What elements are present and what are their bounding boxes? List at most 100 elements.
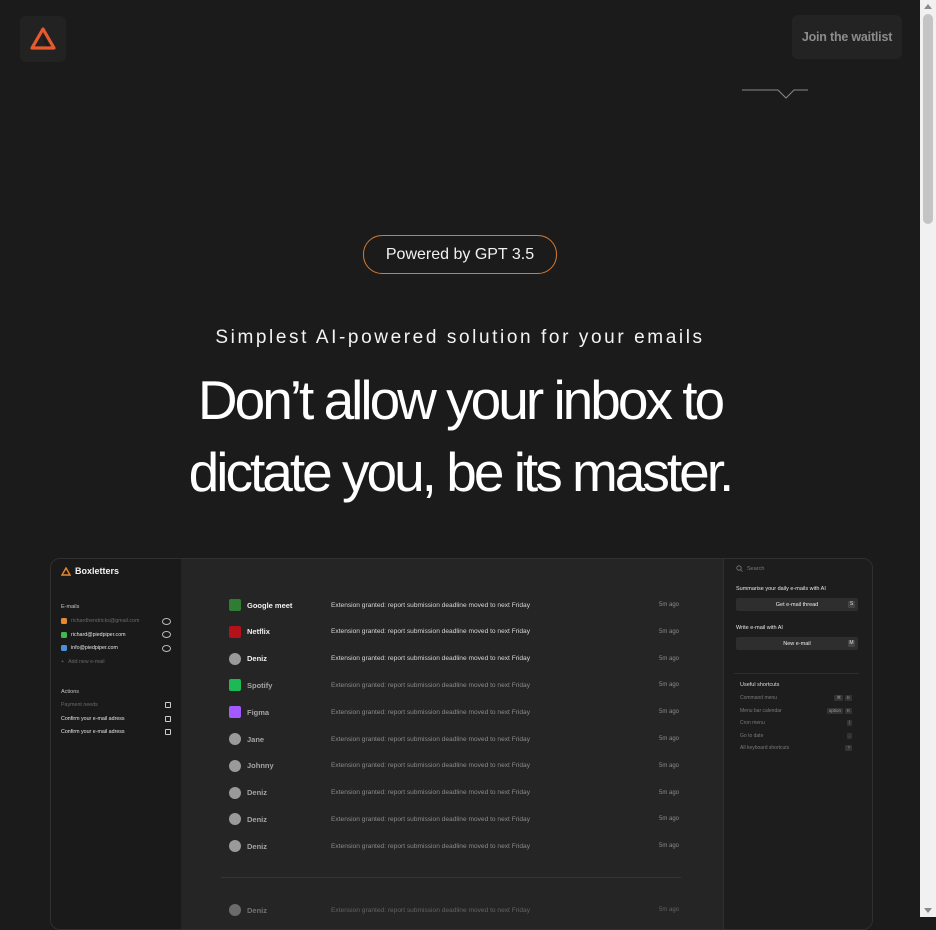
- search-icon: [736, 565, 743, 572]
- avatar-icon: [229, 786, 241, 799]
- google-meet-icon: [229, 599, 241, 611]
- email-time: 5m ago: [658, 628, 679, 635]
- write-title: Write e-mail with AI: [736, 625, 783, 631]
- email-row[interactable]: Deniz Extension granted: report submissio…: [229, 838, 679, 854]
- netflix-icon: [229, 625, 241, 638]
- scroll-up-arrow[interactable]: [924, 4, 932, 9]
- add-email-label: Add new e-mail: [68, 659, 105, 665]
- app-brand: Boxletters: [61, 566, 119, 576]
- email-subject: Extension granted: report submission dea…: [331, 762, 531, 770]
- email-sender: Google meet: [247, 600, 293, 610]
- join-waitlist-button[interactable]: Join the waitlist: [792, 15, 902, 59]
- sidebar-action-item[interactable]: Confirm your e-mail adress: [61, 727, 171, 737]
- summarise-title: Summarise your daily e-mails with AI: [736, 586, 826, 592]
- checkbox-icon[interactable]: [165, 702, 171, 708]
- email-sender: Deniz: [247, 654, 268, 664]
- sidebar-email-item[interactable]: info@piedpiper.com: [61, 643, 171, 653]
- new-email-label: New e-mail: [783, 640, 811, 647]
- search-field[interactable]: Search: [736, 565, 764, 572]
- shortcut-row: Go to date.: [740, 732, 852, 740]
- eye-icon[interactable]: [162, 631, 171, 638]
- shortcut-label: Menu bar calendar: [740, 707, 782, 714]
- shortcut-row: Command menu ⌘ K: [740, 694, 852, 702]
- avatar-icon: [229, 759, 241, 772]
- scrollbar-thumb[interactable]: [923, 14, 933, 224]
- shortcut-keys: ⌘ K: [834, 695, 852, 701]
- email-row[interactable]: Spotify Extension granted: report submiss…: [229, 677, 679, 693]
- email-account-dot: [61, 631, 67, 638]
- email-time: 5m ago: [658, 843, 679, 850]
- emails-section-label: E-mails: [61, 604, 80, 610]
- search-placeholder: Search: [747, 565, 765, 572]
- email-subject: Extension granted: report submission dea…: [331, 601, 531, 609]
- checkbox-icon[interactable]: [165, 715, 171, 722]
- ai-panel: Search Summarise your daily e-mails with…: [723, 559, 872, 929]
- shortcut-key: ?: [845, 745, 852, 751]
- powered-by-badge: Powered by GPT 3.5: [363, 235, 557, 274]
- sidebar-action-item[interactable]: Payment needs: [61, 700, 171, 710]
- shortcut-keys: option K: [826, 707, 852, 714]
- email-row[interactable]: Jane Extension granted: report submission…: [229, 731, 679, 747]
- eye-icon[interactable]: [162, 644, 171, 652]
- shortcut-row: Cron menu /: [740, 719, 852, 727]
- email-time: 5m ago: [658, 602, 679, 608]
- email-row[interactable]: Deniz Extension granted: report submissio…: [229, 785, 679, 801]
- email-sender: Spotify: [247, 680, 273, 690]
- actions-section-label: Actions: [61, 689, 80, 695]
- checkbox-icon[interactable]: [165, 729, 171, 735]
- headline-line-2: dictate you, be its master.: [188, 441, 735, 503]
- sidebar-email-item[interactable]: richardhendricks@gmail.com: [61, 616, 171, 626]
- email-time: 5m ago: [658, 736, 679, 742]
- email-subject: Extension granted: report submission dea…: [331, 789, 531, 797]
- email-row[interactable]: Google meet Extension granted: report sub…: [229, 597, 679, 613]
- action-label: Confirm your e-mail adress: [61, 715, 125, 722]
- get-thread-button[interactable]: Get e-mail thread S: [736, 598, 858, 611]
- get-thread-label: Get e-mail thread: [775, 601, 819, 608]
- brand-logo-icon: [61, 566, 71, 576]
- spotify-icon: [229, 679, 241, 692]
- email-row[interactable]: Deniz Extension granted: report submissio…: [229, 902, 679, 918]
- site-logo[interactable]: [20, 16, 66, 62]
- shortcut-row: All keyboard shortcuts?: [740, 744, 852, 752]
- avatar-icon: [229, 904, 241, 916]
- email-time: 5m ago: [658, 655, 679, 662]
- shortcut-label: All keyboard shortcuts: [740, 745, 790, 751]
- page-scrollbar[interactable]: [920, 0, 936, 917]
- add-email-button[interactable]: + Add new e-mail: [61, 657, 171, 667]
- shortcuts-card: Useful shortcuts Command menu ⌘ K Menu bar …: [734, 673, 859, 752]
- shortcut-key: K: [844, 707, 852, 714]
- avatar-icon: [229, 733, 241, 745]
- email-subject: Extension granted: report submission dea…: [331, 628, 531, 636]
- sidebar-email-item[interactable]: richard@piedpiper.com: [61, 630, 171, 640]
- email-address: richardhendricks@gmail.com: [71, 618, 140, 624]
- shortcut-key: /: [846, 720, 852, 726]
- email-row[interactable]: Deniz Extension granted: report submissio…: [229, 651, 679, 667]
- shortcut-keys: ?: [845, 745, 852, 751]
- email-subject: Extension granted: report submission dea…: [331, 735, 531, 743]
- eye-off-icon[interactable]: [162, 617, 171, 625]
- avatar-icon: [229, 840, 241, 853]
- shortcut-label: Command menu: [740, 695, 777, 701]
- sidebar-action-item[interactable]: Confirm your e-mail adress: [61, 714, 171, 724]
- headline-line-1: Don’t allow your inbox to: [197, 369, 725, 431]
- triangle-logo-icon: [30, 27, 56, 50]
- scroll-down-arrow[interactable]: [924, 908, 932, 913]
- email-sender: Netflix: [247, 627, 270, 637]
- new-email-button[interactable]: New e-mail M: [736, 637, 858, 650]
- hero-subtitle: Simplest AI-powered solution for your em…: [215, 327, 705, 348]
- action-label: Confirm your e-mail adress: [61, 729, 125, 735]
- shortcut-key: .: [846, 732, 852, 739]
- email-row[interactable]: Johnny Extension granted: report submissi…: [229, 758, 679, 774]
- shortcut-label: Cron menu: [740, 720, 765, 726]
- decorative-chevron-line: [742, 89, 808, 99]
- app-preview: Boxletters E-mails richardhendricks@gmai…: [50, 558, 873, 930]
- email-row[interactable]: Netflix Extension granted: report submiss…: [229, 624, 679, 640]
- email-time: 5m ago: [658, 907, 679, 913]
- email-account-dot: [61, 645, 67, 651]
- email-time: 5m ago: [658, 709, 679, 716]
- shortcut-row: Menu bar calendar option K: [740, 707, 852, 715]
- email-row[interactable]: Figma Extension granted: report submissio…: [229, 704, 679, 720]
- email-row[interactable]: Deniz Extension granted: report submissio…: [229, 811, 679, 827]
- shortcut-key-m: M: [848, 640, 855, 647]
- email-subject: Extension granted: report submission dea…: [331, 708, 531, 716]
